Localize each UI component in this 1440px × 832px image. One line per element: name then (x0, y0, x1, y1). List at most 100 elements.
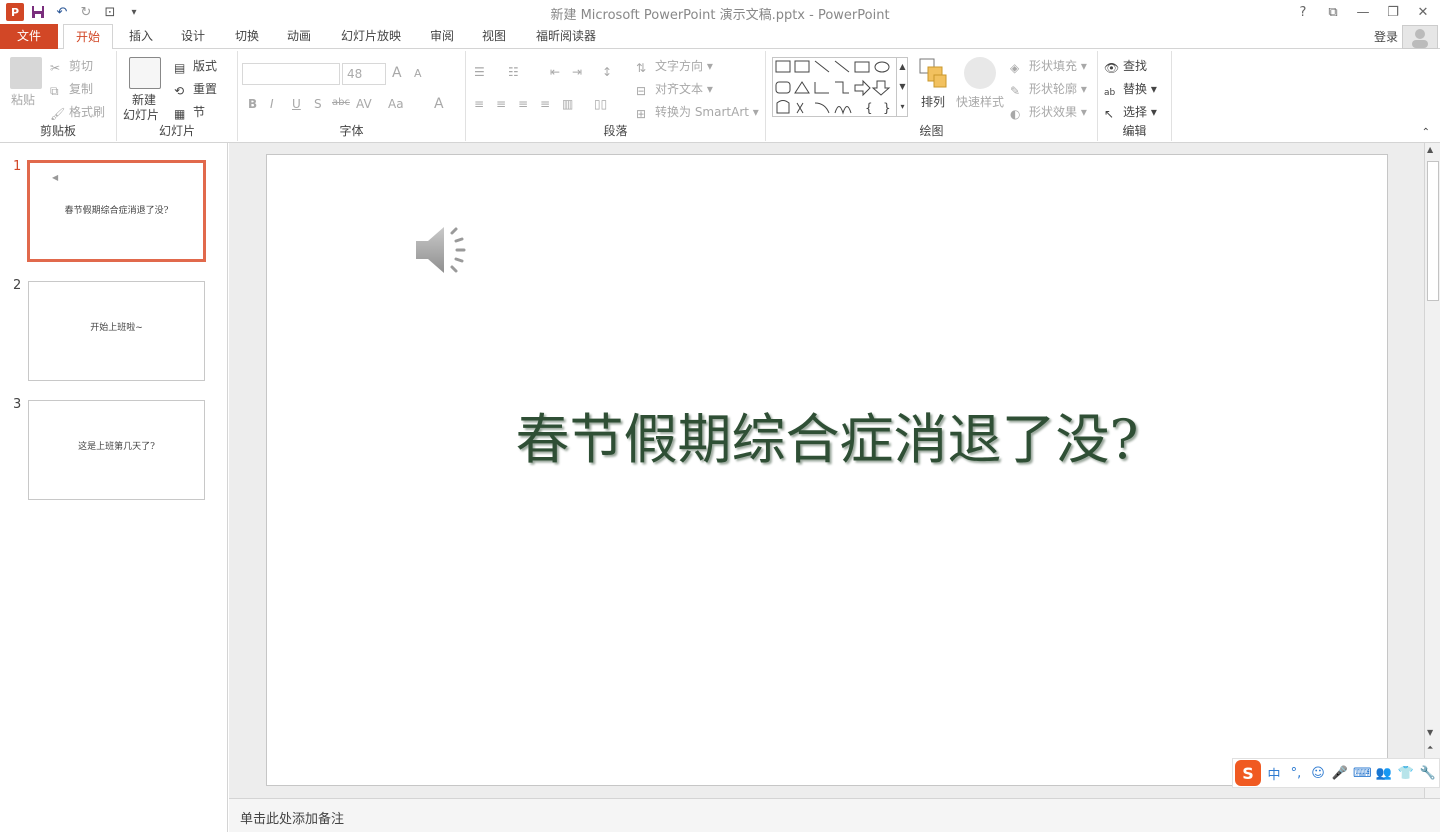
ime-punctuation-icon[interactable]: °, (1287, 766, 1305, 781)
restore-icon[interactable]: ❐ (1380, 2, 1406, 22)
grow-font-icon[interactable]: A (392, 65, 402, 81)
shape-effects-button[interactable]: ◐形状效果 ▾ (1010, 103, 1087, 121)
justify-icon[interactable]: ≡ (540, 97, 550, 111)
current-slide[interactable]: 春节假期综合症消退了没? (266, 154, 1388, 786)
scrollbar-thumb[interactable] (1427, 161, 1439, 301)
collapse-ribbon-icon[interactable]: ⌃ (1422, 127, 1430, 138)
replace-button[interactable]: ab替换 ▾ (1104, 80, 1157, 102)
minimize-icon[interactable]: — (1350, 2, 1376, 22)
help-icon[interactable]: ? (1290, 2, 1316, 22)
align-right-icon[interactable]: ≡ (518, 97, 528, 111)
tab-review[interactable]: 审阅 (422, 24, 462, 49)
tab-file[interactable]: 文件 (0, 24, 58, 49)
users-icon[interactable]: 👥 (1375, 766, 1393, 781)
align-center-icon[interactable]: ≡ (496, 97, 506, 111)
window-controls: ? ⧉ — ❐ ✕ (1290, 2, 1436, 22)
tab-slideshow[interactable]: 幻灯片放映 (333, 24, 409, 49)
ime-chinese-mode[interactable]: 中 (1265, 764, 1283, 783)
tab-transitions[interactable]: 切换 (226, 24, 268, 49)
tab-view[interactable]: 视图 (474, 24, 514, 49)
svg-text:{: { (865, 101, 873, 115)
tab-design[interactable]: 设计 (172, 24, 214, 49)
copy-label: 复制 (69, 82, 93, 96)
emoji-icon[interactable]: ☺ (1309, 766, 1327, 781)
audio-speaker-icon[interactable] (414, 223, 472, 280)
smartart-button[interactable]: ⊞转换为 SmartArt ▾ (636, 103, 759, 121)
layout-button[interactable]: ▤版式 (174, 57, 217, 75)
vertical-scrollbar[interactable]: ▲ ▼ ⏶ (1424, 143, 1440, 798)
shadow-button[interactable]: S (314, 97, 322, 111)
microphone-icon[interactable]: 🎤 (1331, 766, 1349, 781)
paste-icon[interactable] (10, 57, 42, 89)
strikethrough-button[interactable]: abc (332, 97, 350, 108)
align-left-icon[interactable]: ≡ (474, 97, 484, 111)
tools-icon[interactable]: 🔧 (1419, 766, 1437, 781)
tab-home[interactable]: 开始 (63, 24, 113, 50)
notes-pane[interactable]: 单击此处添加备注 (229, 798, 1440, 832)
shrink-font-icon[interactable]: A (414, 67, 422, 80)
slide-thumbnail-1[interactable]: ◀ 春节假期综合症消退了没? (28, 161, 205, 261)
close-icon[interactable]: ✕ (1410, 2, 1436, 22)
new-slide-label-2[interactable]: 幻灯片 (123, 106, 159, 123)
copy-button[interactable]: ⧉复制 (50, 80, 93, 98)
arrange-button[interactable]: 排列 (921, 93, 945, 110)
numbering-icon[interactable]: ☷ (508, 65, 519, 79)
font-size-input[interactable]: 48 (342, 63, 386, 85)
line-spacing-icon[interactable]: ↕ (602, 65, 612, 79)
scroll-down-icon[interactable]: ▼ (1427, 728, 1433, 737)
section-icon: ▦ (174, 107, 190, 121)
scroll-up-icon[interactable]: ▲ (1427, 145, 1433, 154)
sogou-logo-icon[interactable]: S (1235, 760, 1261, 786)
shape-effects-label: 形状效果 (1029, 105, 1077, 119)
new-slide-icon[interactable] (129, 57, 161, 89)
cut-button[interactable]: ✂剪切 (50, 57, 93, 75)
distributed-icon[interactable]: ▥ (562, 97, 573, 111)
reset-button[interactable]: ⟲重置 (174, 80, 217, 98)
slide-title-text[interactable]: 春节假期综合症消退了没? (267, 395, 1387, 474)
user-avatar[interactable] (1402, 25, 1438, 49)
shapes-gallery[interactable]: {} (772, 57, 908, 117)
select-button[interactable]: ↖选择 ▾ (1104, 103, 1157, 121)
slide-thumbnail-3[interactable]: 这是上班第几天了? (28, 400, 205, 500)
bullets-icon[interactable]: ☰ (474, 65, 485, 79)
decrease-indent-icon[interactable]: ⇤ (550, 65, 560, 79)
change-case-button[interactable]: Aa (388, 97, 404, 111)
keyboard-icon[interactable]: ⌨ (1353, 766, 1371, 781)
shapes-gallery-scroll[interactable]: ▲▼▾ (896, 57, 908, 117)
find-button[interactable]: 👁查找 (1104, 57, 1147, 75)
tab-insert[interactable]: 插入 (120, 24, 162, 49)
underline-button[interactable]: U (292, 97, 301, 111)
text-direction-button[interactable]: ⇅文字方向 ▾ (636, 57, 713, 75)
font-name-input[interactable] (242, 63, 340, 85)
prev-slide-icon[interactable]: ⏶ (1427, 743, 1433, 753)
replace-label: 替换 (1123, 82, 1147, 96)
italic-button[interactable]: I (270, 97, 274, 111)
columns-icon[interactable]: ▯▯ (594, 97, 607, 111)
tab-foxit-reader[interactable]: 福昕阅读器 (528, 24, 604, 49)
group-label-clipboard: 剪贴板 (0, 122, 116, 139)
text-direction-label: 文字方向 (655, 59, 703, 73)
paste-button[interactable]: 粘贴 (11, 91, 35, 108)
format-painter-button[interactable]: 🖌格式刷 (50, 103, 105, 121)
group-drawing: {} ▲▼▾ 排列 快速样式 ◈形状填充 ▾ ✎形状轮廓 ▾ ◐形状效果 ▾ 绘… (766, 51, 1098, 141)
align-text-button[interactable]: ⊟对齐文本 ▾ (636, 80, 713, 98)
bold-button[interactable]: B (248, 97, 257, 111)
font-color-button[interactable]: A (434, 96, 444, 112)
layout-icon: ▤ (174, 61, 190, 75)
char-spacing-button[interactable]: AV (356, 97, 372, 111)
shape-fill-button[interactable]: ◈形状填充 ▾ (1010, 57, 1087, 75)
layout-label: 版式 (193, 59, 217, 73)
shape-outline-label: 形状轮廓 (1029, 82, 1077, 96)
quick-styles-icon[interactable] (964, 57, 996, 89)
login-link[interactable]: 登录 (1374, 28, 1398, 45)
notes-placeholder[interactable]: 单击此处添加备注 (240, 808, 344, 827)
shape-outline-button[interactable]: ✎形状轮廓 ▾ (1010, 80, 1087, 98)
arrange-icon[interactable] (918, 57, 950, 89)
slide-thumbnail-2[interactable]: 开始上班啦~ (28, 281, 205, 381)
tab-animations[interactable]: 动画 (278, 24, 320, 49)
increase-indent-icon[interactable]: ⇥ (572, 65, 582, 79)
ribbon-display-icon[interactable]: ⧉ (1320, 2, 1346, 22)
section-button[interactable]: ▦节 (174, 103, 205, 121)
quick-styles-button[interactable]: 快速样式 (956, 93, 1004, 110)
skin-shirt-icon[interactable]: 👕 (1397, 766, 1415, 781)
